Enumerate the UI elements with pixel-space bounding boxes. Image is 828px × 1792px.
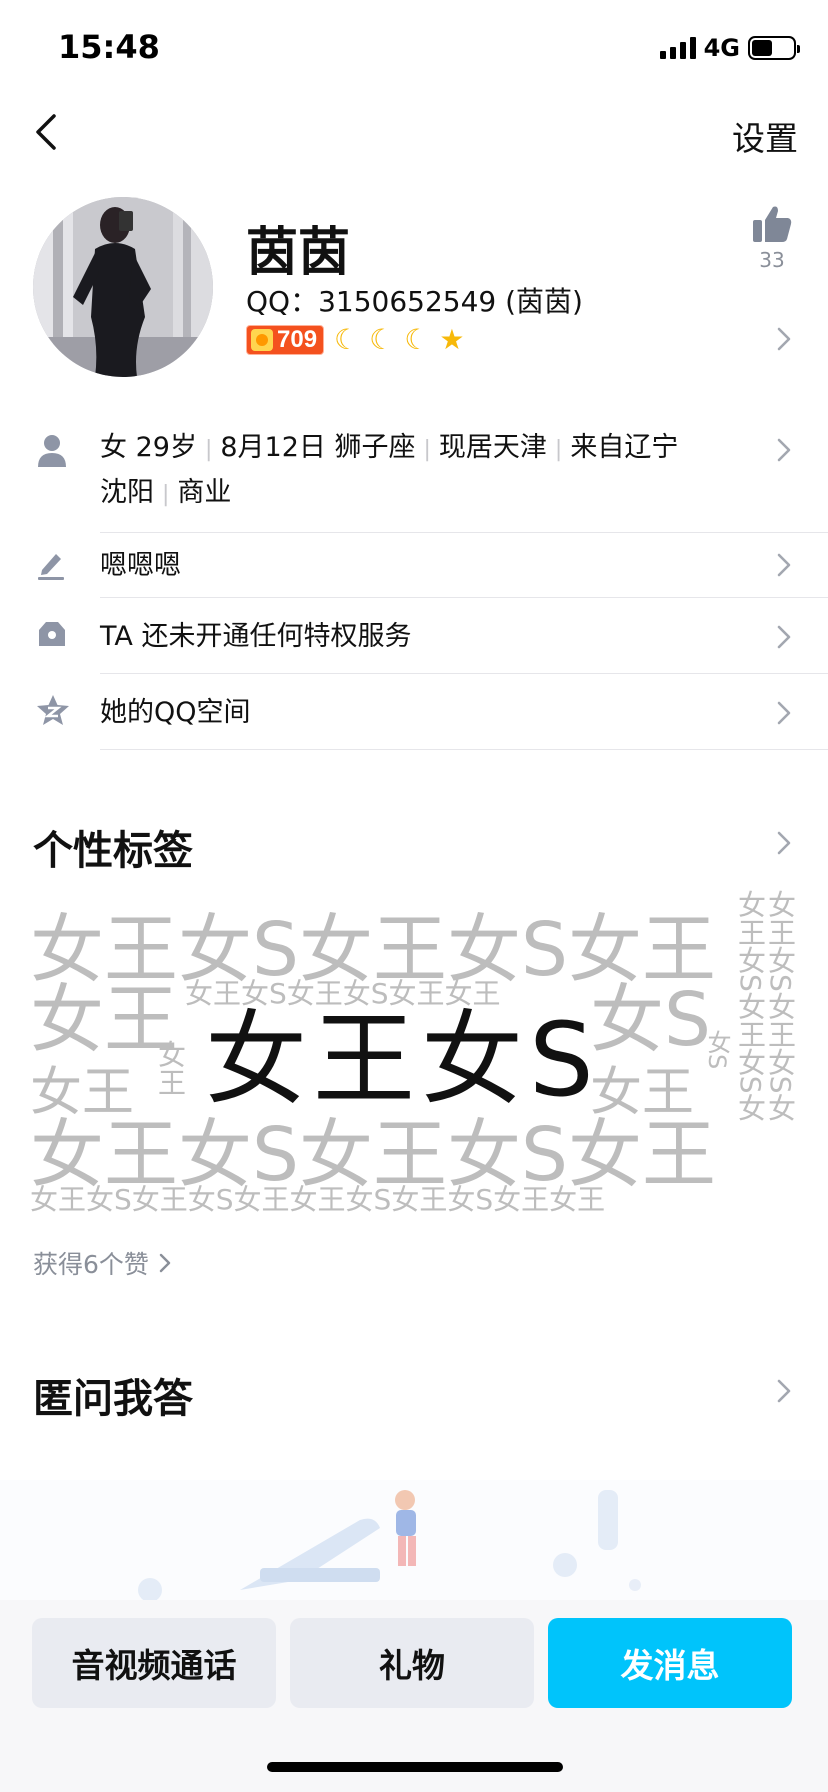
settings-button[interactable]: 设置 — [732, 112, 798, 160]
divider — [100, 597, 828, 598]
level-chevron[interactable] — [776, 326, 792, 352]
profile-details-line2: 沈阳 | 商业 — [100, 477, 232, 508]
hometown-city: 沈阳 — [100, 477, 154, 508]
crown-privilege-icon — [39, 622, 65, 646]
chevron-left-icon — [36, 114, 56, 150]
crown-icon — [251, 329, 273, 351]
signature-row[interactable]: 嗯嗯嗯 — [0, 540, 828, 590]
avatar[interactable] — [33, 197, 213, 377]
tag-vertical: 女王 — [154, 1040, 187, 1096]
tags-chevron[interactable] — [776, 830, 792, 856]
qzone-text: 她的QQ空间 — [100, 697, 251, 728]
chevron-right-icon — [777, 1379, 791, 1403]
gift-button[interactable]: 礼物 — [290, 1618, 534, 1708]
qa-illustration — [0, 1480, 828, 1620]
birthday: 8月12日 狮子座 — [220, 432, 416, 463]
chevron-right-icon — [777, 831, 791, 855]
chevron-right-icon — [777, 438, 791, 462]
like-count: 33 — [759, 248, 785, 272]
qa-section-title: 匿问我答 — [33, 1376, 193, 1422]
moon-icon: ☾ — [404, 323, 430, 356]
person-icon — [38, 435, 66, 467]
moon-icon: ☾ — [334, 323, 360, 356]
badge-row[interactable]: 709 ☾ ☾ ☾ ★ — [246, 325, 464, 355]
thumbs-up-icon — [753, 206, 792, 242]
divider — [100, 673, 828, 674]
avatar-photo — [33, 197, 213, 377]
chevron-right-icon — [777, 553, 791, 577]
chevron-right-icon — [777, 701, 791, 725]
status-time: 15:48 — [58, 28, 160, 66]
signal-icon — [659, 37, 696, 59]
privilege-row[interactable]: TA 还未开通任何特权服务 — [0, 612, 828, 662]
send-message-button[interactable]: 发消息 — [548, 1618, 792, 1708]
home-indicator[interactable] — [267, 1762, 563, 1772]
star-icon: ★ — [439, 323, 465, 356]
chevron-right-icon — [159, 1253, 171, 1273]
chevron-right-icon — [777, 625, 791, 649]
qzone-row[interactable]: 她的QQ空间 — [0, 688, 828, 738]
occupation: 商业 — [177, 477, 232, 508]
signature-text: 嗯嗯嗯 — [100, 550, 181, 581]
tag-likes-text: 获得6个赞 — [33, 1250, 149, 1279]
gender-age: 女 29岁 — [100, 432, 197, 463]
divider — [100, 532, 828, 533]
tag-vertical: 女王女S女王女S女 — [764, 890, 797, 1122]
tag-vertical: 女S — [703, 1030, 731, 1070]
qq-number: QQ：3150652549 (茵茵) — [246, 285, 583, 318]
pencil-icon — [38, 554, 64, 580]
level-badge: 709 — [246, 325, 325, 355]
chevron-right-icon — [777, 327, 791, 351]
moon-icon: ☾ — [369, 323, 395, 356]
level-number: 709 — [277, 326, 318, 353]
qzone-star-icon — [37, 695, 69, 725]
profile-details-row[interactable]: 女 29岁 | 8月12日 狮子座 | 现居天津 | 来自辽宁 沈阳 | 商业 — [0, 425, 828, 521]
current-city: 现居天津 — [438, 432, 547, 463]
back-button[interactable] — [28, 110, 68, 154]
nickname: 茵茵 — [246, 223, 351, 283]
like-button[interactable]: 33 — [750, 204, 794, 272]
voice-video-call-button[interactable]: 音视频通话 — [32, 1618, 276, 1708]
network-label: 4G — [703, 34, 740, 62]
privilege-text: TA 还未开通任何特权服务 — [100, 621, 412, 652]
tag-line-small: 女王女S女王女S女王女王女S女王女S女王女王 — [30, 1183, 606, 1216]
hometown: 来自辽宁 — [570, 432, 679, 463]
battery-icon — [748, 36, 800, 60]
qa-chevron[interactable] — [776, 1378, 792, 1404]
profile-details-line1: 女 29岁 | 8月12日 狮子座 | 现居天津 | 来自辽宁 — [100, 432, 679, 463]
divider — [100, 749, 828, 750]
tags-section-title: 个性标签 — [33, 828, 193, 874]
status-indicators: 4G — [659, 34, 800, 62]
tag-likes-link[interactable]: 获得6个赞 — [33, 1245, 171, 1281]
tag-cloud[interactable]: 女王女S女王女S女王 女王 女王女S女王女S女王女王 女S 女王 女王女S 女王… — [30, 890, 800, 1220]
